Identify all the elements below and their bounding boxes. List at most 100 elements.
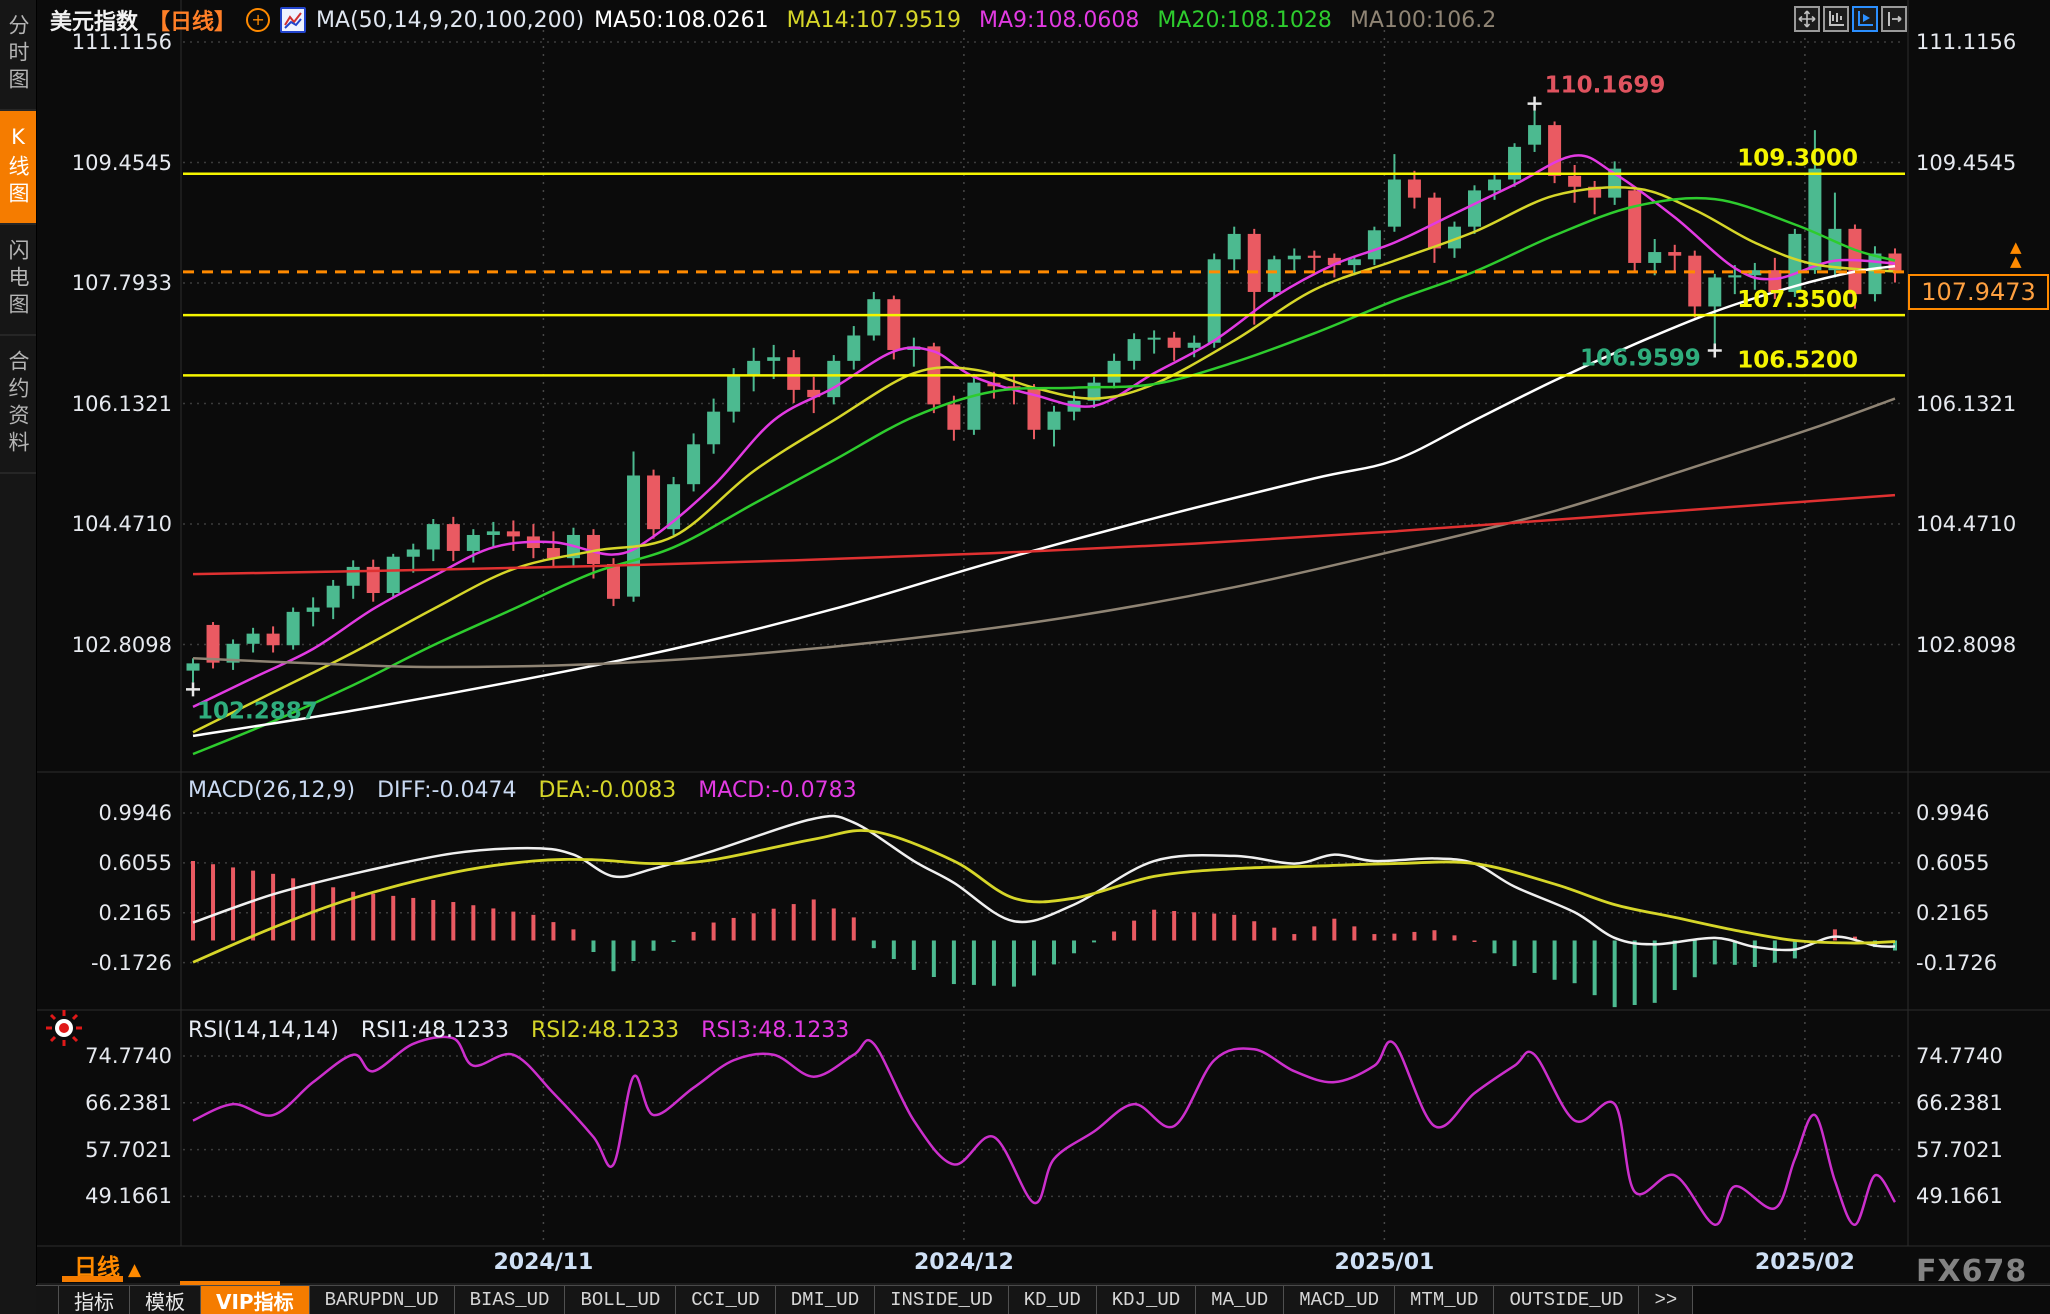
candle-body[interactable]: [1648, 252, 1661, 263]
candle-body[interactable]: [1488, 180, 1501, 191]
macd-hist-bar: [571, 929, 575, 940]
toolbar-tab-ma_ud[interactable]: MA_UD: [1196, 1286, 1284, 1314]
candle-body[interactable]: [727, 375, 740, 411]
candle-body[interactable]: [1228, 234, 1241, 259]
candle-body[interactable]: [1348, 259, 1361, 265]
toolbar-tab-dmi_ud[interactable]: DMI_UD: [776, 1286, 875, 1314]
mini-chart-icon[interactable]: [280, 7, 306, 33]
candle-body[interactable]: [447, 524, 460, 551]
alert-bullseye-icon[interactable]: [44, 1008, 84, 1048]
axis-chart-icon[interactable]: [1823, 6, 1849, 32]
candle-body[interactable]: [1148, 338, 1161, 340]
add-circle-icon[interactable]: +: [246, 8, 270, 32]
axis-chart-active-icon[interactable]: [1852, 6, 1878, 32]
candle-body[interactable]: [407, 549, 420, 556]
candle-body[interactable]: [1688, 256, 1701, 307]
toolbar-tab-指标[interactable]: 指标: [59, 1286, 130, 1314]
candle-body[interactable]: [1408, 180, 1421, 198]
candle-body[interactable]: [427, 524, 440, 549]
toolbar-tab-barupdn_ud[interactable]: BARUPDN_UD: [310, 1286, 455, 1314]
toolbar-tab-mtm_ud[interactable]: MTM_UD: [1395, 1286, 1494, 1314]
candle-body[interactable]: [687, 444, 700, 484]
candle-body[interactable]: [1868, 254, 1881, 295]
sidebar-tab-kline[interactable]: K线图: [0, 111, 36, 225]
candle-body[interactable]: [1308, 256, 1321, 258]
toolbar-tab-kd_ud[interactable]: KD_UD: [1009, 1286, 1097, 1314]
candle-body[interactable]: [967, 383, 980, 430]
macd-dea-value: DEA:-0.0083: [538, 778, 676, 803]
price-annotation: 102.2887: [197, 698, 318, 724]
candle-body[interactable]: [827, 361, 840, 397]
candle-body[interactable]: [1368, 230, 1381, 259]
exit-pane-icon[interactable]: [1881, 6, 1907, 32]
candle-body[interactable]: [867, 299, 880, 335]
candle-body[interactable]: [1268, 259, 1281, 292]
candle-body[interactable]: [1128, 339, 1141, 361]
sidebar-tab-contract-info[interactable]: 合约资料: [0, 336, 36, 474]
toolbar-tab-macd_ud[interactable]: MACD_UD: [1284, 1286, 1395, 1314]
candle-body[interactable]: [507, 531, 520, 536]
candle-body[interactable]: [1248, 234, 1261, 292]
candle-body[interactable]: [627, 475, 640, 596]
candle-body[interactable]: [187, 663, 200, 670]
move-icon[interactable]: [1794, 6, 1820, 32]
toolbar-tab-inside_ud[interactable]: INSIDE_UD: [875, 1286, 1009, 1314]
x-axis-label: 2025/02: [1755, 1250, 1855, 1275]
candle-body[interactable]: [1628, 190, 1641, 263]
candle-body[interactable]: [1788, 234, 1801, 292]
candle-body[interactable]: [787, 357, 800, 390]
candle-body[interactable]: [467, 535, 480, 551]
candle-body[interactable]: [747, 361, 760, 376]
price-tick-left: 106.1321: [72, 392, 172, 416]
toolbar-tab-cci_ud[interactable]: CCI_UD: [676, 1286, 775, 1314]
candle-body[interactable]: [327, 586, 340, 608]
toolbar-tab-kdj_ud[interactable]: KDJ_UD: [1097, 1286, 1196, 1314]
candle-body[interactable]: [1388, 180, 1401, 227]
sidebar-tab-label: 合约资料: [3, 350, 33, 458]
candle-body[interactable]: [267, 634, 280, 646]
sidebar-tab-lightning[interactable]: 闪电图: [0, 225, 36, 336]
toolbar-more-button[interactable]: >>: [1639, 1286, 1693, 1314]
candle-body[interactable]: [1288, 256, 1301, 260]
candle-body[interactable]: [607, 564, 620, 599]
candle-body[interactable]: [1808, 169, 1821, 271]
candle-body[interactable]: [887, 299, 900, 350]
toolbar-tab-outside_ud[interactable]: OUTSIDE_UD: [1494, 1286, 1639, 1314]
candle-body[interactable]: [1528, 125, 1541, 145]
candle-body[interactable]: [947, 404, 960, 429]
candle-body[interactable]: [767, 357, 780, 361]
sidebar-tab-timeline[interactable]: 分时图: [0, 0, 36, 111]
candle-body[interactable]: [487, 531, 500, 535]
candle-body[interactable]: [1708, 277, 1721, 306]
candle-body[interactable]: [847, 335, 860, 360]
candle-body[interactable]: [287, 612, 300, 645]
candle-body[interactable]: [1168, 338, 1181, 348]
macd-hist-bar: [491, 908, 495, 940]
candle-body[interactable]: [387, 557, 400, 593]
candle-body[interactable]: [347, 567, 360, 586]
candle-body[interactable]: [207, 625, 220, 663]
toolbar-tab-vip指标[interactable]: VIP指标: [201, 1286, 310, 1314]
macd-hist-bar: [1032, 940, 1036, 975]
candle-body[interactable]: [1828, 229, 1841, 270]
candle-body[interactable]: [1188, 343, 1201, 348]
candle-body[interactable]: [1108, 361, 1121, 383]
candle-body[interactable]: [247, 634, 260, 644]
macd-hist-bar: [1012, 940, 1016, 986]
toolbar-tab-模板[interactable]: 模板: [130, 1286, 201, 1314]
candle-body[interactable]: [1548, 125, 1561, 176]
candle-body[interactable]: [1568, 176, 1581, 187]
candle-body[interactable]: [1468, 190, 1481, 226]
candle-body[interactable]: [1728, 275, 1741, 277]
candle-body[interactable]: [647, 475, 660, 529]
macd-hist-bar: [1332, 919, 1336, 941]
candle-body[interactable]: [307, 608, 320, 612]
candle-body[interactable]: [707, 412, 720, 445]
macd-hist-bar: [1172, 911, 1176, 940]
toolbar-tab-boll_ud[interactable]: BOLL_UD: [565, 1286, 676, 1314]
candle-body[interactable]: [1668, 252, 1681, 256]
toolbar-tab-bias_ud[interactable]: BIAS_UD: [455, 1286, 566, 1314]
chart-canvas[interactable]: 109.3000107.3500106.5200110.1699102.2887…: [0, 0, 2050, 1314]
candle-body[interactable]: [1048, 412, 1061, 430]
sidebar-tab-label: K线图: [3, 125, 33, 209]
